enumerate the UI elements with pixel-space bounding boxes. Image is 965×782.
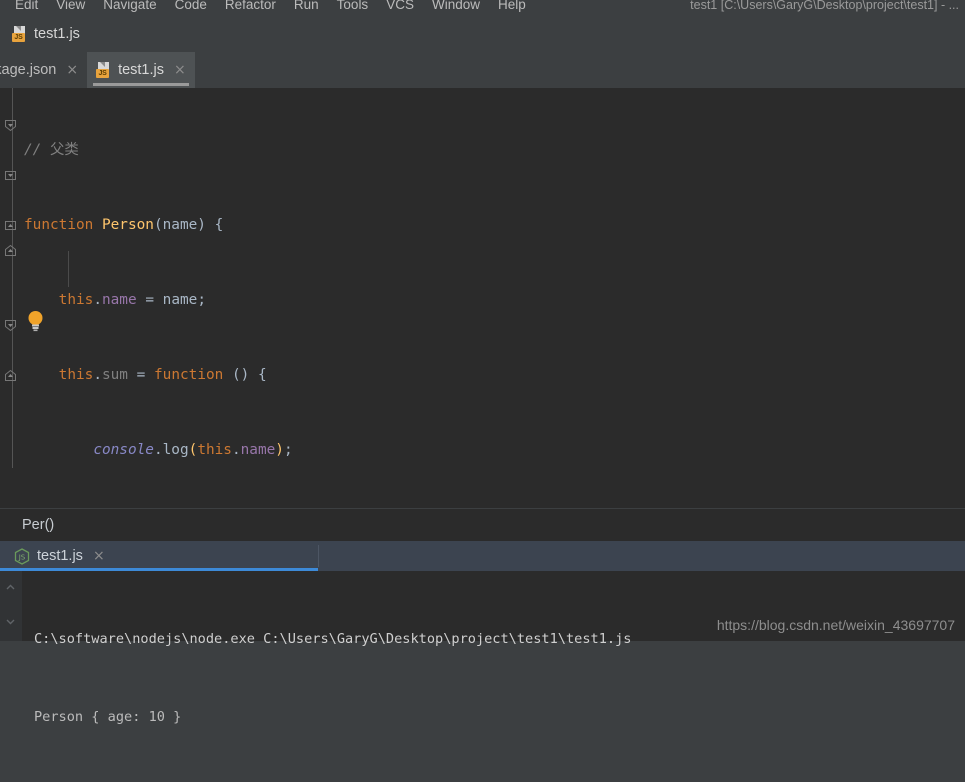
menu-bar: Edit View Navigate Code Refactor Run Too…	[0, 0, 965, 16]
fold-marker-expanded[interactable]	[4, 319, 17, 332]
code-line[interactable]: this.sum = function () {	[20, 363, 965, 388]
menu-item-code[interactable]: Code	[166, 0, 216, 16]
nodejs-icon: JS	[14, 547, 30, 565]
run-tab-empty-area	[319, 541, 965, 571]
editor-tab-package-json[interactable]: ckage.json ×	[0, 52, 87, 88]
fold-marker-expanded[interactable]	[4, 119, 17, 132]
menu-item-edit[interactable]: Edit	[6, 0, 47, 16]
run-tool-window-tabbar: JS test1.js ×	[0, 541, 965, 571]
code-editor[interactable]: // 父类 function Person(name) { this.name …	[0, 88, 965, 508]
chevron-down-icon[interactable]	[4, 615, 17, 628]
code-line[interactable]: // 父类	[20, 138, 965, 163]
js-file-icon: JS	[96, 62, 111, 78]
svg-text:JS: JS	[18, 553, 26, 561]
console-output: C:\software\nodejs\node.exe C:\Users\Gar…	[34, 571, 965, 782]
fold-marker-collapse[interactable]	[4, 369, 17, 382]
editor-tab-label: test1.js	[118, 62, 164, 78]
console-line: Person { age: 10 }	[34, 709, 182, 725]
console-toolbar	[0, 571, 22, 641]
close-icon[interactable]: ×	[174, 63, 186, 77]
lightbulb-icon[interactable]	[26, 310, 45, 332]
menu-item-tools[interactable]: Tools	[328, 0, 378, 16]
fold-marker-expanded[interactable]	[4, 169, 17, 182]
breadcrumb-file-label: test1.js	[34, 26, 80, 42]
editor-gutter[interactable]	[0, 88, 20, 508]
code-line[interactable]: function Person(name) {	[20, 213, 965, 238]
breadcrumb-file[interactable]: JS test1.js	[12, 26, 80, 42]
run-console[interactable]: C:\software\nodejs\node.exe C:\Users\Gar…	[0, 571, 965, 725]
close-icon[interactable]: ×	[66, 63, 78, 77]
window-title: test1 [C:\Users\GaryG\Desktop\project\te…	[690, 0, 959, 12]
run-tab-test1-js[interactable]: JS test1.js ×	[0, 541, 318, 571]
menu-item-refactor[interactable]: Refactor	[216, 0, 285, 16]
js-file-icon: JS	[12, 26, 27, 42]
menu-item-run[interactable]: Run	[285, 0, 328, 16]
editor-structure-breadcrumb[interactable]: Per()	[0, 508, 965, 541]
ide-window: Edit View Navigate Code Refactor Run Too…	[0, 0, 965, 725]
navigation-bar: JS test1.js	[0, 16, 965, 52]
close-icon[interactable]: ×	[93, 549, 105, 563]
breadcrumb-function-label: Per()	[22, 517, 55, 533]
menu-items: Edit View Navigate Code Refactor Run Too…	[0, 0, 535, 16]
run-tab-label: test1.js	[37, 548, 83, 564]
fold-marker-collapse[interactable]	[4, 244, 17, 257]
chevron-up-icon[interactable]	[4, 581, 17, 594]
code-line[interactable]: console.log(this.name);	[20, 438, 965, 463]
fold-marker-collapse[interactable]	[4, 219, 17, 232]
menu-item-vcs[interactable]: VCS	[377, 0, 423, 16]
fold-rail	[12, 88, 13, 468]
menu-item-help[interactable]: Help	[489, 0, 535, 16]
watermark: https://blog.csdn.net/weixin_43697707	[716, 617, 955, 633]
editor-tab-test1-js[interactable]: JS test1.js ×	[87, 52, 195, 88]
editor-tab-label: ckage.json	[0, 62, 57, 78]
editor-tab-bar: ckage.json × JS test1.js ×	[0, 52, 965, 88]
code-content[interactable]: // 父类 function Person(name) { this.name …	[20, 88, 965, 508]
menu-item-navigate[interactable]: Navigate	[94, 0, 165, 16]
menu-item-view[interactable]: View	[47, 0, 94, 16]
menu-item-window[interactable]: Window	[423, 0, 489, 16]
code-line[interactable]: this.name = name;	[20, 288, 965, 313]
